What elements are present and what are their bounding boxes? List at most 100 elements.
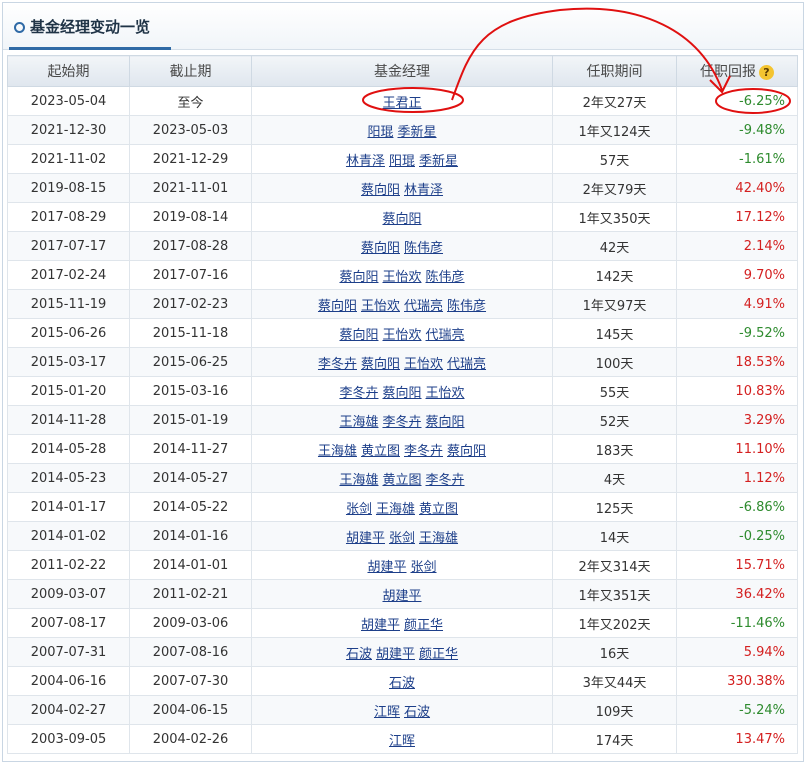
manager-link[interactable]: 李冬卉 [382,415,421,430]
table-row: 2007-08-17 2009-03-06 胡建平 颜正华 1年又202天 -11.46% [7,608,798,638]
manager-link[interactable]: 蔡向阳 [361,183,400,198]
table-row: 2015-06-26 2015-11-18 蔡向阳 王怡欢 代瑞亮 145天 -9.52% [7,318,798,348]
manager-link[interactable]: 石波 [346,647,372,662]
manager-link[interactable]: 代瑞亮 [404,299,443,314]
panel-header: 基金经理变动一览 [3,3,803,50]
manager-link[interactable]: 李冬卉 [426,473,465,488]
manager-link[interactable]: 颜正华 [419,647,458,662]
cell-end: 2017-07-16 [129,260,252,290]
header-return-label: 任职回报 [700,64,756,80]
cell-managers: 胡建平 [251,579,553,609]
manager-link[interactable]: 胡建平 [367,560,406,575]
manager-link[interactable]: 蔡向阳 [361,357,400,372]
table-row: 2014-05-23 2014-05-27 王海雄 黄立图 李冬卉 4天 1.12% [7,463,798,493]
manager-link[interactable]: 颜正华 [404,618,443,633]
manager-link[interactable]: 王怡欢 [382,270,421,285]
manager-link[interactable]: 王怡欢 [426,386,465,401]
cell-return: -11.46% [676,608,798,638]
header-return: 任职回报? [676,55,798,87]
cell-return: -9.52% [676,318,798,348]
manager-link[interactable]: 季新星 [398,125,437,140]
manager-link[interactable]: 张剑 [411,560,437,575]
manager-link[interactable]: 王怡欢 [382,328,421,343]
table-row: 2014-01-17 2014-05-22 张剑 王海雄 黄立图 125天 -6.86% [7,492,798,522]
manager-link[interactable]: 林青泽 [346,154,385,169]
cell-return: 3.29% [676,405,798,435]
manager-link[interactable]: 阳琨 [367,125,393,140]
cell-return: 13.47% [676,724,798,754]
manager-link[interactable]: 王海雄 [339,473,378,488]
table-row: 2003-09-05 2004-02-26 江晖 174天 13.47% [7,724,798,754]
manager-link[interactable]: 王海雄 [339,415,378,430]
manager-link[interactable]: 代瑞亮 [447,357,486,372]
table-row: 2014-05-28 2014-11-27 王海雄 黄立图 李冬卉 蔡向阳 183天 11.1… [7,434,798,464]
manager-link[interactable]: 张剑 [389,531,415,546]
cell-end: 2014-01-16 [129,521,252,551]
manager-link[interactable]: 蔡向阳 [382,212,421,227]
manager-link[interactable]: 蔡向阳 [426,415,465,430]
manager-link[interactable]: 李冬卉 [339,386,378,401]
cell-start: 2007-08-17 [7,608,130,638]
manager-link[interactable]: 蔡向阳 [318,299,357,314]
manager-link[interactable]: 蔡向阳 [382,386,421,401]
manager-link[interactable]: 蔡向阳 [339,270,378,285]
table-row: 2011-02-22 2014-01-01 胡建平 张剑 2年又314天 15.71% [7,550,798,580]
cell-period: 4天 [552,463,677,493]
header-period: 任职期间 [552,55,677,87]
cell-start: 2017-08-29 [7,202,130,232]
manager-link[interactable]: 胡建平 [361,618,400,633]
manager-link[interactable]: 王海雄 [419,531,458,546]
manager-link[interactable]: 江晖 [374,705,400,720]
manager-link[interactable]: 胡建平 [376,647,415,662]
cell-period: 142天 [552,260,677,290]
manager-link[interactable]: 王海雄 [376,502,415,517]
manager-link[interactable]: 江晖 [389,734,415,749]
manager-link[interactable]: 陈伟彦 [426,270,465,285]
manager-link[interactable]: 黄立图 [361,444,400,459]
manager-link[interactable]: 蔡向阳 [339,328,378,343]
manager-link[interactable]: 王海雄 [318,444,357,459]
cell-return: 4.91% [676,289,798,319]
cell-managers: 石波 [251,666,553,696]
cell-start: 2014-05-23 [7,463,130,493]
question-mark-icon[interactable]: ? [759,64,774,80]
manager-link[interactable]: 代瑞亮 [426,328,465,343]
cell-period: 174天 [552,724,677,754]
cell-start: 2014-05-28 [7,434,130,464]
cell-period: 1年又124天 [552,115,677,145]
cell-period: 1年又97天 [552,289,677,319]
manager-link[interactable]: 陈伟彦 [447,299,486,314]
manager-link[interactable]: 王君正 [382,96,421,111]
cell-start: 2023-05-04 [7,86,130,116]
manager-link[interactable]: 石波 [404,705,430,720]
table-row: 2009-03-07 2011-02-21 胡建平 1年又351天 36.42% [7,579,798,609]
manager-link[interactable]: 季新星 [419,154,458,169]
manager-link[interactable]: 胡建平 [382,589,421,604]
manager-link[interactable]: 王怡欢 [361,299,400,314]
manager-link[interactable]: 石波 [389,676,415,691]
manager-link[interactable]: 黄立图 [419,502,458,517]
cell-end: 2007-07-30 [129,666,252,696]
circle-bullet-icon [14,22,25,33]
manager-link[interactable]: 蔡向阳 [361,241,400,256]
manager-link[interactable]: 蔡向阳 [447,444,486,459]
cell-end: 2015-11-18 [129,318,252,348]
cell-period: 2年又79天 [552,173,677,203]
cell-period: 1年又350天 [552,202,677,232]
manager-link[interactable]: 李冬卉 [318,357,357,372]
cell-managers: 李冬卉 蔡向阳 王怡欢 [251,376,553,406]
manager-link[interactable]: 胡建平 [346,531,385,546]
manager-link[interactable]: 黄立图 [382,473,421,488]
table-row: 2004-06-16 2007-07-30 石波 3年又44天 330.38% [7,666,798,696]
manager-link[interactable]: 王怡欢 [404,357,443,372]
cell-managers: 江晖 [251,724,553,754]
manager-link[interactable]: 李冬卉 [404,444,443,459]
manager-link[interactable]: 陈伟彦 [404,241,443,256]
table-row: 2019-08-15 2021-11-01 蔡向阳 林青泽 2年又79天 42.40% [7,173,798,203]
cell-return: -0.25% [676,521,798,551]
manager-link[interactable]: 林青泽 [404,183,443,198]
table-row: 2021-12-30 2023-05-03 阳琨 季新星 1年又124天 -9.48% [7,115,798,145]
cell-end: 2015-01-19 [129,405,252,435]
manager-link[interactable]: 张剑 [346,502,372,517]
manager-link[interactable]: 阳琨 [389,154,415,169]
